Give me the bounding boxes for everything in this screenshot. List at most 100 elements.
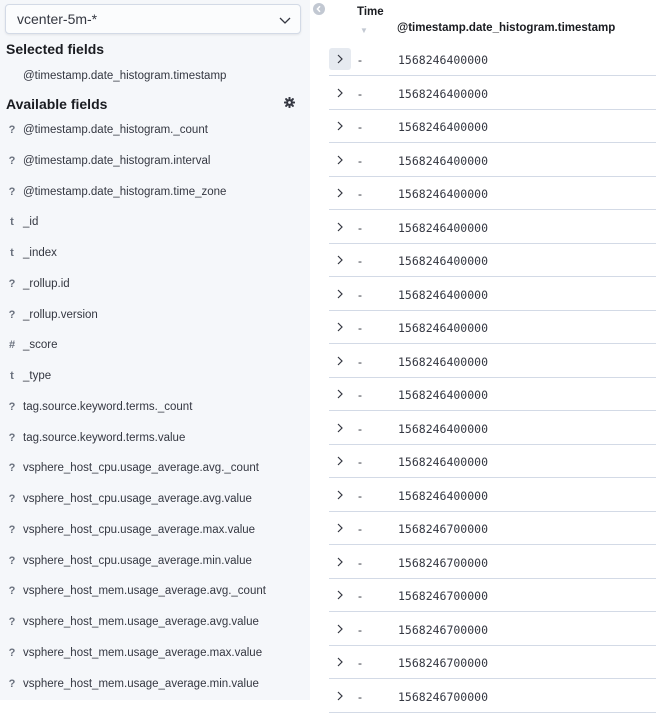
- field-name: @timestamp.date_histogram.time_zone: [23, 185, 227, 198]
- cell-time: -: [358, 321, 362, 335]
- expand-row-button[interactable]: [329, 283, 351, 305]
- available-fields-heading: Available fields: [6, 96, 108, 112]
- available-field-item[interactable]: ? vsphere_host_cpu.usage_average.min.valu…: [0, 552, 310, 572]
- cell-timestamp: 1568246700000: [398, 656, 489, 670]
- cell-time: -: [358, 689, 362, 704]
- field-type-icon: ?: [8, 493, 16, 505]
- chevron-left-circle-icon[interactable]: [313, 3, 325, 15]
- chevron-right-icon: [337, 657, 343, 667]
- available-field-item[interactable]: ? _rollup.id: [0, 275, 310, 295]
- available-field-item[interactable]: # _score: [0, 336, 310, 356]
- field-type-icon: ?: [8, 554, 16, 567]
- chevron-right-icon: [337, 322, 343, 332]
- cell-time: -: [358, 254, 362, 268]
- available-field-item[interactable]: ? tag.source.keyword.terms.value: [0, 429, 310, 449]
- cell-time: -: [358, 354, 362, 369]
- table-row: - 1568246400000: [329, 177, 656, 210]
- expand-row-button[interactable]: [329, 584, 351, 606]
- available-field-item[interactable]: t _index: [0, 244, 310, 264]
- cell-time: -: [358, 120, 362, 134]
- expand-row-button[interactable]: [329, 450, 351, 472]
- available-field-item[interactable]: ? @timestamp.date_histogram.time_zone: [0, 183, 310, 203]
- sort-down-icon[interactable]: ▼: [360, 26, 368, 35]
- available-field-item[interactable]: ? vsphere_host_cpu.usage_average.avg.valu…: [0, 490, 310, 510]
- field-type-icon: ?: [8, 585, 16, 598]
- chevron-right-icon: [337, 423, 343, 432]
- field-type-icon: ?: [8, 431, 16, 444]
- field-name: _id: [23, 216, 39, 229]
- available-field-item[interactable]: ? vsphere_host_mem.usage_average.max.valu…: [0, 644, 310, 664]
- expand-row-button[interactable]: [329, 216, 351, 238]
- expand-row-button[interactable]: [329, 48, 351, 70]
- expand-row-button[interactable]: [329, 182, 351, 204]
- available-field-item[interactable]: ? _rollup.version: [0, 306, 310, 326]
- table-row: - 1568246400000: [329, 43, 656, 76]
- expand-row-button[interactable]: [329, 517, 351, 539]
- cell-time: -: [358, 187, 362, 201]
- chevron-right-icon: [337, 121, 343, 131]
- selected-field-item[interactable]: @timestamp.date_histogram.timestamp: [0, 67, 310, 87]
- cell-time: -: [358, 455, 362, 469]
- expand-row-button[interactable]: [329, 249, 351, 271]
- selected-fields-heading: Selected fields: [6, 41, 105, 57]
- column-header-timestamp[interactable]: @timestamp.date_histogram.timestamp: [397, 22, 615, 34]
- field-type-icon: ?: [8, 308, 16, 321]
- field-name: vsphere_host_mem.usage_average.min.value: [23, 677, 259, 690]
- expand-row-button[interactable]: [329, 82, 351, 104]
- available-field-item[interactable]: ? vsphere_host_cpu.usage_average.max.valu…: [0, 521, 310, 541]
- expand-row-button[interactable]: [329, 115, 351, 137]
- available-field-item[interactable]: t _type: [0, 367, 310, 387]
- cell-timestamp: 1568246400000: [398, 455, 489, 469]
- available-field-item[interactable]: ? tag.source.keyword.terms._count: [0, 398, 310, 418]
- field-name: vsphere_host_mem.usage_average.avg.value: [23, 616, 259, 628]
- table-row: - 1568246400000: [329, 144, 656, 177]
- cell-time: -: [358, 421, 362, 436]
- expand-row-button[interactable]: [329, 551, 351, 573]
- cell-timestamp: 1568246400000: [398, 86, 489, 101]
- available-field-item[interactable]: ? vsphere_host_mem.usage_average.min.valu…: [0, 675, 310, 695]
- table-row: - 1568246400000: [329, 412, 656, 445]
- field-type-icon: t: [10, 216, 14, 229]
- available-field-item[interactable]: ? vsphere_host_cpu.usage_average.avg._cou…: [0, 459, 310, 479]
- available-field-item[interactable]: ? vsphere_host_mem.usage_average.avg._cou…: [0, 582, 310, 602]
- expand-row-button[interactable]: [329, 484, 351, 506]
- chevron-right-icon: [337, 54, 343, 64]
- expand-row-button[interactable]: [329, 651, 351, 673]
- available-field-item[interactable]: t _id: [0, 213, 310, 233]
- chevron-right-icon: [337, 557, 343, 566]
- field-name: vsphere_host_mem.usage_average.max.value: [23, 646, 263, 659]
- field-name: vsphere_host_cpu.usage_average.avg._coun…: [23, 462, 259, 475]
- expand-row-button[interactable]: [329, 417, 351, 439]
- available-field-item[interactable]: ? vsphere_host_mem.usage_average.avg.valu…: [0, 613, 310, 633]
- cell-time: -: [358, 287, 362, 302]
- cell-time: -: [358, 153, 362, 168]
- cell-timestamp: 1568246700000: [398, 589, 489, 603]
- table-row: - 1568246400000: [329, 479, 656, 512]
- field-type-icon: ?: [8, 154, 16, 167]
- field-type-icon: ?: [8, 400, 16, 413]
- available-field-item[interactable]: ? @timestamp.date_histogram._count: [0, 121, 310, 141]
- cell-timestamp: 1568246400000: [398, 220, 489, 235]
- chevron-right-icon: [337, 88, 343, 97]
- field-type-icon: ?: [8, 523, 16, 536]
- expand-row-button[interactable]: [329, 618, 351, 640]
- gear-icon[interactable]: [284, 97, 295, 108]
- field-type-icon: ?: [8, 277, 16, 290]
- cell-time: -: [358, 622, 362, 637]
- chevron-right-icon: [337, 456, 343, 466]
- expand-row-button[interactable]: [329, 149, 351, 171]
- table-row: - 1568246400000: [329, 445, 656, 478]
- field-type-icon: t: [10, 370, 14, 382]
- cell-timestamp: 1568246700000: [398, 522, 489, 536]
- table-row: - 1568246700000: [329, 613, 656, 646]
- available-field-item[interactable]: ? @timestamp.date_histogram.interval: [0, 152, 310, 172]
- cell-timestamp: 1568246400000: [398, 287, 489, 302]
- expand-row-button[interactable]: [329, 383, 351, 405]
- index-pattern-select[interactable]: vcenter-5m-*: [5, 4, 301, 34]
- expand-row-button[interactable]: [329, 350, 351, 372]
- cell-time: -: [358, 388, 362, 402]
- column-header-time[interactable]: Time: [357, 6, 384, 18]
- expand-row-button[interactable]: [329, 685, 351, 707]
- field-name: @timestamp.date_histogram._count: [23, 124, 208, 136]
- expand-row-button[interactable]: [329, 316, 351, 338]
